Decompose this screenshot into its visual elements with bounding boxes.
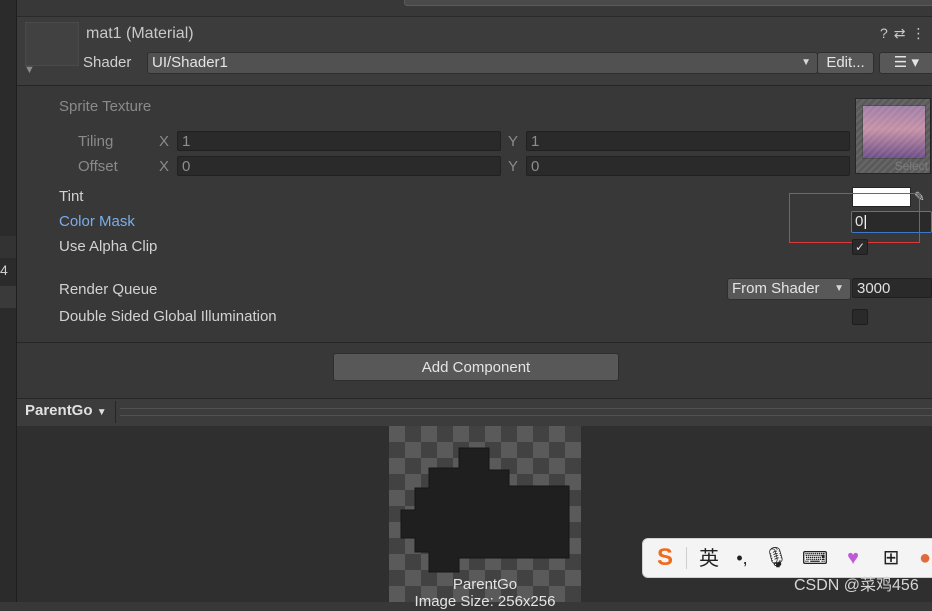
punctuation-icon[interactable]: •, (729, 545, 755, 571)
render-queue-field[interactable]: 3000 (852, 278, 932, 298)
add-component-button[interactable]: Add Component (333, 353, 619, 381)
shader-dropdown[interactable]: UI/Shader1 ▼ (147, 52, 818, 74)
double-sided-gi-checkbox[interactable] (852, 309, 868, 325)
more-icon[interactable]: ⋮ (912, 24, 926, 42)
offset-label: Offset (78, 158, 118, 175)
sprite-texture-label: Sprite Texture (59, 98, 152, 115)
shader-value: UI/Shader1 (152, 54, 228, 71)
skin-icon[interactable]: ♥ (839, 545, 867, 571)
list-icon: ☰ ▾ (893, 54, 920, 71)
color-mask-label: Color Mask (59, 213, 135, 230)
edit-shader-button[interactable]: Edit... (817, 52, 874, 74)
tiling-x-field[interactable]: 1 (177, 131, 501, 151)
offset-y-field[interactable]: 0 (526, 156, 850, 176)
texture-select-label[interactable]: Select (895, 159, 928, 173)
tiling-x-axis: X (159, 133, 170, 150)
material-title: mat1 (Material) (86, 25, 194, 42)
offset-x-field[interactable]: 0 (177, 156, 501, 176)
chevron-down-icon: ▼ (96, 407, 107, 418)
preview-resize-handle[interactable] (120, 408, 932, 416)
left-panel-number: 4 (0, 262, 8, 278)
offset-x-axis: X (159, 158, 170, 175)
material-thumbnail (25, 22, 79, 66)
avatar-icon[interactable]: ● (913, 545, 932, 571)
double-sided-gi-label: Double Sided Global Illumination (59, 308, 277, 325)
use-alpha-clip-checkbox[interactable]: ✓ (852, 239, 868, 255)
chevron-down-icon: ▼ (801, 57, 811, 68)
sogou-logo-icon[interactable]: S (649, 545, 681, 571)
render-queue-mode-dropdown[interactable]: From Shader ▼ (727, 278, 851, 300)
use-alpha-clip-label: Use Alpha Clip (59, 238, 158, 255)
chevron-down-icon: ▼ (834, 283, 844, 294)
material-menu-button[interactable]: ☰ ▾ (879, 52, 932, 74)
preview-object-dropdown[interactable]: ParentGo ▼ (21, 401, 111, 421)
keyboard-icon[interactable]: ⌨ (801, 545, 829, 571)
shader-label: Shader (83, 54, 132, 71)
toolbar-divider (115, 401, 116, 423)
microphone-icon[interactable]: 🎙 (763, 545, 789, 571)
preview-image-size: Image Size: 256x256 (414, 593, 556, 610)
top-scrollbar[interactable] (404, 0, 932, 6)
watermark: CSDN @菜鸡456 (794, 577, 919, 594)
render-queue-label: Render Queue (59, 281, 158, 298)
highlight-annotation-box (789, 193, 920, 243)
hierarchy-panel-edge (0, 0, 17, 602)
foldout-arrow-icon[interactable]: ▼ (24, 64, 36, 76)
tiling-label: Tiling (78, 133, 114, 150)
preview-name: ParentGo (452, 576, 518, 593)
sprite-texture-slot[interactable]: Select (855, 98, 931, 174)
tiling-y-axis: Y (508, 133, 519, 150)
ime-toolbar: S 英 •, 🎙 ⌨ ♥ ⊞ ● (642, 538, 932, 578)
render-queue-mode: From Shader (732, 280, 820, 297)
checkmark-icon: ✓ (854, 240, 866, 254)
ime-divider (686, 547, 687, 569)
tiling-y-field[interactable]: 1 (526, 131, 850, 151)
tint-label: Tint (59, 188, 84, 205)
preview-object-label: ParentGo (25, 402, 93, 419)
language-toggle[interactable]: 英 (695, 545, 723, 571)
preset-icon[interactable]: ⇄ (894, 24, 906, 42)
section-divider (17, 342, 932, 343)
apps-icon[interactable]: ⊞ (877, 545, 905, 571)
help-icon[interactable]: ? (880, 24, 888, 42)
header-icons: ? ⇄ ⋮ (880, 24, 932, 42)
offset-y-axis: Y (508, 158, 519, 175)
